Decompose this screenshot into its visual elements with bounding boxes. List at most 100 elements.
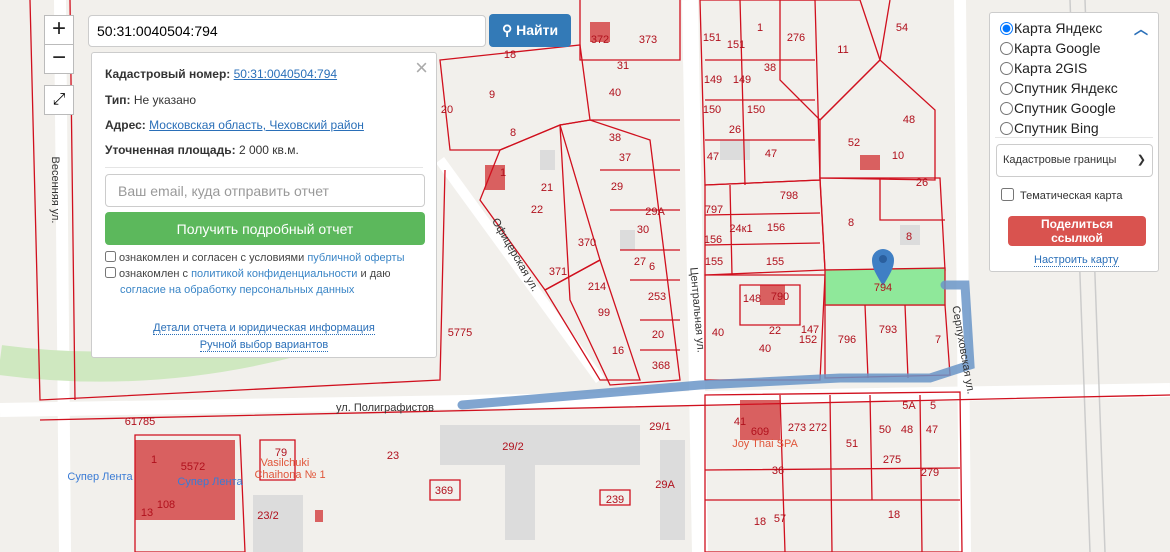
chevron-down-icon: ❯ [1136,154,1146,166]
parcel-number: 22 [768,325,782,337]
parcel-number: 149 [732,74,752,86]
parcel-number: 30 [636,224,650,236]
configure-map-link[interactable]: Настроить карту [1034,254,1119,267]
parcel-number: 273 [787,422,807,434]
parcel-number: 20 [651,329,665,341]
map-type-option[interactable]: Спутник Google [1000,100,1116,120]
parcel-number: 373 [638,34,658,46]
parcel-number: 36 [771,465,785,477]
parcel-number: 152 [798,334,818,346]
map-type-option[interactable]: Карта 2GIS [1000,60,1087,80]
map-type-option[interactable]: Карта Google [1000,40,1101,60]
parcel-number: 18 [887,509,901,521]
map-type-radio[interactable] [1000,62,1013,75]
cb-text: и даю [357,268,391,280]
type-value: Не указано [133,93,197,107]
parcel-number: 253 [647,291,667,303]
parcel-number: 22 [530,204,544,216]
parcel-number: 18 [503,49,517,61]
cadastral-number-link[interactable]: 50:31:0040504:794 [234,67,337,81]
parcel-number: 8 [509,127,517,139]
zoom-out-button[interactable]: − [44,44,74,74]
expand-icon: ⤢ [52,91,66,108]
map-type-option[interactable]: Карта Яндекс [1000,20,1102,40]
parcel-number: 47 [925,424,939,436]
find-button[interactable]: ⚲ Найти [489,14,571,47]
map-type-label: Карта 2GIS [1014,60,1088,76]
map-type-label: Карта Яндекс [1014,20,1103,36]
manual-select-link[interactable]: Ручной выбор вариантов [199,339,329,352]
map-type-label: Карта Google [1014,40,1101,56]
parcel-number: 23 [386,450,400,462]
label: Адрес: [105,118,146,132]
area-row: Уточненная площадь: 2 000 кв.м. [105,143,299,157]
overlay-select[interactable]: Кадастровые границы ❯ [996,144,1153,177]
parcel-number: 9 [488,89,496,101]
personal-data-link[interactable]: согласие на обработку персональных данны… [120,284,354,296]
parcel-number: 26 [915,177,929,189]
cb-text: ознакомлен и согласен с условиями [119,252,308,264]
parcel-number: 29 [610,181,624,193]
cb-text: ознакомлен с [119,268,192,280]
thematic-checkbox[interactable] [1001,188,1014,201]
fullscreen-button[interactable]: ⤢ [44,85,74,115]
search-icon: ⚲ [501,22,517,38]
parcel-number: 31 [616,60,630,72]
map-type-radio[interactable] [1000,82,1013,95]
collapse-chevron-icon[interactable]: ︿ [1134,19,1148,39]
cadastral-search-input[interactable] [88,15,486,47]
map-type-label: Спутник Яндекс [1014,80,1118,96]
parcel-number: 13 [140,507,154,519]
parcel-number: 797 [704,204,724,216]
parcel-number: 5775 [447,327,473,339]
report-details-link[interactable]: Детали отчета и юридическая информация [153,322,375,335]
parcel-number: 796 [837,334,857,346]
parcel-number: 29А [645,206,665,218]
close-icon[interactable]: × [415,55,428,81]
address-link[interactable]: Московская область, Чеховский район [149,118,364,132]
parcel-number: 6 [648,261,656,273]
divider [995,137,1153,138]
map-type-radio[interactable] [1000,102,1013,115]
poi-label: Vasilchuki [260,457,310,469]
map-type-radio[interactable] [1000,42,1013,55]
privacy-checkbox[interactable] [105,267,116,278]
map-layers-panel: ︿ Карта Яндекс Карта Google Карта 2GIS Спут… [989,12,1159,272]
offer-link[interactable]: публичной оферты [307,252,404,264]
parcel-number: 150 [746,104,766,116]
parcel-number: 47 [764,148,778,160]
parcel-number: 5 [929,400,937,412]
zoom-in-button[interactable]: + [44,15,74,45]
street-label: Весенняя ул. [49,156,61,224]
parcel-number: 52 [847,137,861,149]
parcel-number: 239 [605,494,625,506]
poi-label: Супер Лента [67,471,133,483]
thematic-map-toggle[interactable]: Тематическая карта [1001,188,1122,202]
parcel-number: 5А [902,400,916,412]
parcel-number: 798 [779,190,799,202]
poi-label: Joy Thai SPA [732,438,798,450]
privacy-consent: ознакомлен с политикой конфиденциальност… [105,266,390,298]
share-link-button[interactable]: Поделиться ссылкой [1008,216,1146,246]
map-type-option[interactable]: Спутник Яндекс [1000,80,1118,100]
parcel-number: 51 [845,438,859,450]
get-report-button[interactable]: Получить подробный отчет [105,212,425,245]
offer-checkbox[interactable] [105,251,116,262]
parcel-number: 99 [597,307,611,319]
offer-consent: ознакомлен и согласен с условиями публич… [105,250,405,266]
parcel-number: 26 [728,124,742,136]
poi-label: Супер Лента [177,476,243,488]
map-type-radio[interactable] [1000,22,1013,35]
parcel-number: 57 [773,513,787,525]
label: Тип: [105,93,131,107]
map-type-radio[interactable] [1000,122,1013,135]
poi-label: Chaihona № 1 [254,469,326,481]
parcel-number: 8 [847,217,855,229]
parcel-number: 8 [905,231,913,243]
map-type-label: Спутник Bing [1014,120,1099,136]
parcel-number: 370 [577,237,597,249]
parcel-number: 50 [878,424,892,436]
privacy-link[interactable]: политикой конфиденциальности [191,268,357,280]
email-input[interactable] [105,174,425,207]
parcel-number: 276 [786,32,806,44]
